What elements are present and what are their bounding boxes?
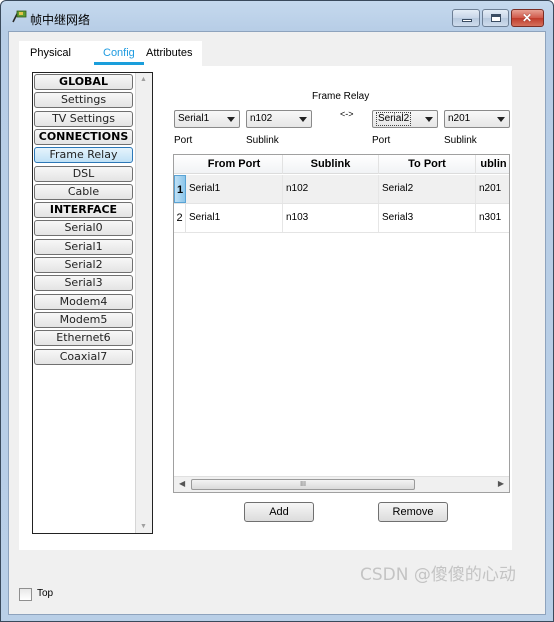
cell-from-port[interactable]: Serial1 — [186, 204, 283, 232]
to-port-value: Serial2 — [376, 112, 412, 126]
frame-relay-window: 帧中继网络 ✕ Physical Config Attributes GLOBA… — [0, 0, 554, 622]
from-sublink-label: Sublink — [246, 135, 279, 146]
from-port-select[interactable]: Serial1 — [174, 110, 240, 128]
sidebar-item-coaxial7[interactable]: Coaxial7 — [34, 348, 133, 365]
to-port-select[interactable]: Serial2 — [372, 110, 438, 128]
cloud-device-icon — [12, 10, 27, 23]
config-panel: GLOBAL Settings TV Settings CONNECTIONS Fram… — [19, 66, 512, 550]
cell-to-port[interactable]: Serial2 — [379, 175, 476, 203]
remove-button[interactable]: Remove — [378, 502, 448, 522]
cell-sublink[interactable]: n103 — [283, 204, 379, 232]
to-sublink-value: n201 — [448, 113, 471, 124]
sidebar-item-ethernet6[interactable]: Ethernet6 — [34, 330, 133, 347]
link-arrow: <-> — [340, 109, 354, 119]
column-header-to-sublink[interactable]: ublin — [476, 155, 509, 174]
sidebar-item-frame-relay[interactable]: Frame Relay — [34, 147, 133, 164]
minimize-button[interactable] — [452, 9, 480, 27]
top-checkbox[interactable] — [19, 588, 32, 601]
title-bar[interactable]: 帧中继网络 ✕ — [1, 1, 553, 31]
to-port-label: Port — [372, 135, 391, 146]
scroll-down-icon[interactable]: ▼ — [140, 523, 147, 530]
from-port-value: Serial1 — [178, 113, 210, 124]
sidebar-item-serial3[interactable]: Serial3 — [34, 275, 133, 292]
maximize-icon — [491, 14, 501, 22]
sidebar-item-serial1[interactable]: Serial1 — [34, 238, 133, 255]
sidebar-item-modem5[interactable]: Modem5 — [34, 311, 133, 328]
frame-relay-table: From Port Sublink To Port ublin 1 Serial1… — [173, 154, 510, 493]
maximize-button[interactable] — [482, 9, 509, 27]
sidebar-item-global: GLOBAL — [34, 74, 133, 90]
table-row[interactable]: 2 Serial1 n103 Serial3 n301 — [174, 204, 509, 233]
config-sidebar: GLOBAL Settings TV Settings CONNECTIONS Fram… — [32, 72, 153, 534]
cell-sublink[interactable]: n102 — [283, 175, 379, 203]
cell-to-sublink[interactable]: n301 — [476, 204, 509, 232]
tab-bar: Physical Config Attributes — [19, 41, 202, 66]
window-title: 帧中继网络 — [30, 13, 91, 27]
scroll-right-icon[interactable]: ▶ — [498, 479, 504, 488]
sidebar-item-serial0[interactable]: Serial0 — [34, 220, 133, 237]
sidebar-item-interface: INTERFACE — [34, 202, 133, 219]
scroll-thumb[interactable]: III — [191, 479, 415, 490]
to-sublink-label: Sublink — [444, 135, 477, 146]
table-header: From Port Sublink To Port ublin — [174, 155, 509, 174]
frame-relay-heading: Frame Relay — [312, 91, 370, 102]
sidebar-item-serial2[interactable]: Serial2 — [34, 257, 133, 273]
column-header-to-port[interactable]: To Port — [379, 155, 476, 174]
table-row[interactable]: 1 Serial1 n102 Serial2 n201 — [174, 175, 509, 204]
minimize-icon — [462, 19, 472, 22]
column-header-from-port[interactable]: From Port — [186, 155, 283, 174]
client-area: Physical Config Attributes GLOBAL Setting… — [8, 31, 546, 615]
chevron-down-icon — [227, 117, 235, 122]
sidebar-item-cable[interactable]: Cable — [34, 183, 133, 200]
tab-physical[interactable]: Physical — [30, 47, 71, 59]
watermark: CSDN @傻傻的心动 — [360, 565, 516, 585]
active-tab-indicator — [94, 62, 144, 65]
from-sublink-value: n102 — [250, 113, 273, 124]
sidebar-item-settings[interactable]: Settings — [34, 92, 133, 109]
tab-config[interactable]: Config — [103, 47, 135, 59]
sidebar-item-dsl[interactable]: DSL — [34, 165, 133, 182]
cell-to-port[interactable]: Serial3 — [379, 204, 476, 232]
scroll-up-icon[interactable]: ▲ — [140, 76, 147, 83]
sidebar-item-tv-settings[interactable]: TV Settings — [34, 110, 133, 127]
chevron-down-icon — [497, 117, 505, 122]
chevron-down-icon — [299, 117, 307, 122]
close-button[interactable]: ✕ — [511, 9, 544, 27]
from-sublink-select[interactable]: n102 — [246, 110, 312, 128]
row-number[interactable]: 2 — [174, 204, 186, 232]
top-checkbox-label: Top — [37, 588, 54, 599]
tab-attributes[interactable]: Attributes — [146, 47, 192, 59]
chevron-down-icon — [425, 117, 433, 122]
table-horizontal-scrollbar[interactable]: ◀ III ▶ — [174, 476, 509, 492]
column-header-sublink[interactable]: Sublink — [283, 155, 379, 174]
sidebar-scrollbar[interactable]: ▲ ▼ — [135, 73, 152, 533]
cell-to-sublink[interactable]: n201 — [476, 175, 509, 203]
close-icon: ✕ — [522, 11, 533, 25]
sidebar-item-modem4[interactable]: Modem4 — [34, 293, 133, 310]
cell-from-port[interactable]: Serial1 — [186, 175, 283, 203]
to-sublink-select[interactable]: n201 — [444, 110, 510, 128]
add-button[interactable]: Add — [244, 502, 314, 522]
sidebar-item-connections: CONNECTIONS — [34, 128, 133, 145]
scroll-left-icon[interactable]: ◀ — [179, 479, 185, 488]
row-number[interactable]: 1 — [174, 175, 186, 203]
from-port-label: Port — [174, 135, 193, 146]
